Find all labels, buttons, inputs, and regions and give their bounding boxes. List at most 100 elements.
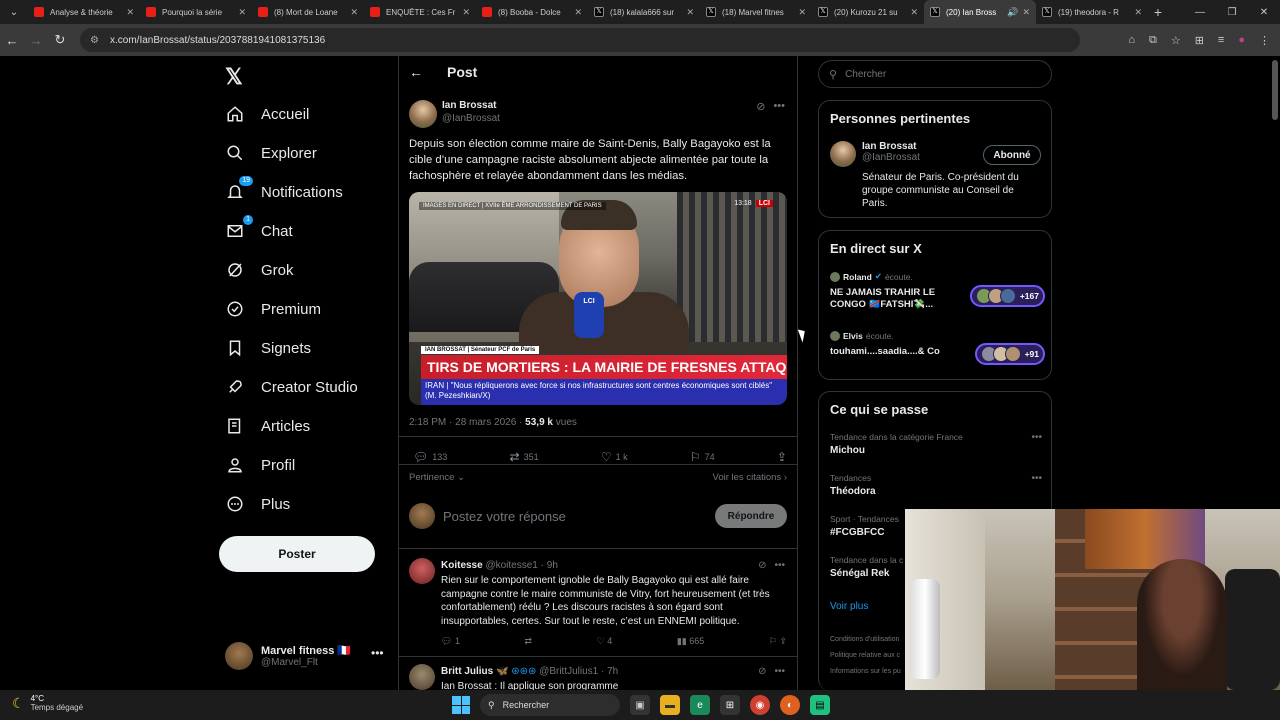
reply-author[interactable]: Koitesse [441, 560, 483, 571]
browser-tab[interactable]: ENQUÊTE : Ces Fr ✕ [364, 0, 476, 24]
listeners-pill[interactable]: +167 [969, 285, 1045, 307]
maximize-icon[interactable]: ❐ [1216, 7, 1248, 18]
reply-button[interactable]: 💬︎ 133 [413, 450, 447, 464]
browser-tab[interactable]: Pourquoi la série ✕ [140, 0, 252, 24]
avatar[interactable] [830, 141, 856, 167]
back-arrow-icon[interactable]: ← [409, 64, 423, 80]
trend-item[interactable]: Tendance dans la catégorie France Michou… [830, 432, 1042, 456]
taskbar-search[interactable]: ⚲ Rechercher [480, 694, 620, 716]
more-icon[interactable]: ••• [773, 100, 785, 113]
like-button[interactable]: ♡ 4 [597, 636, 613, 647]
browser-tab[interactable]: 𝕏 (18) kalala666 sur ✕ [588, 0, 700, 24]
footer-link[interactable]: Informations sur les pu [830, 664, 901, 680]
more-icon[interactable]: ••• [1031, 473, 1042, 484]
repost-button[interactable]: ⇄ [525, 636, 533, 647]
footer-link[interactable]: Politique relative aux c [830, 648, 901, 664]
reply-item[interactable]: Koitesse @koitesse1 · 9h ⊘ ••• Rien sur l… [409, 558, 789, 654]
avatar[interactable] [409, 558, 435, 584]
following-button[interactable]: Abonné [983, 145, 1041, 165]
chrome-icon[interactable]: ◉ [750, 695, 770, 715]
task-view-icon[interactable]: ▣ [630, 695, 650, 715]
reply-item[interactable]: Britt Julius 🦋 ⊛⊛⊛ @BrittJulius1 · 7h ⊘ •… [409, 664, 789, 690]
more-icon[interactable]: ••• [1031, 432, 1042, 443]
user-name[interactable]: Ian Brossat [862, 141, 920, 152]
close-icon[interactable]: ✕ [126, 7, 134, 18]
live-space-item[interactable]: Roland ✔ écoute. NE JAMAIS TRAHIR LE CONGO… [830, 271, 1045, 311]
install-icon[interactable]: ⧉ [1149, 34, 1157, 47]
url-input[interactable]: ⚙ x.com/IanBrossat/status/20378819410813… [80, 28, 1080, 52]
windows-start-icon[interactable] [452, 696, 470, 714]
reply-submit-button[interactable]: Répondre [715, 504, 787, 528]
sort-dropdown[interactable]: Pertinence ⌄ [409, 472, 465, 483]
more-icon[interactable]: ••• [371, 646, 384, 660]
browser-tab[interactable]: (8) Mort de Loane ✕ [252, 0, 364, 24]
nav-item-accueil[interactable]: Accueil [225, 102, 309, 126]
close-icon[interactable]: ✕ [910, 7, 918, 18]
close-window-icon[interactable]: ✕ [1248, 7, 1280, 18]
nav-item-articles[interactable]: Articles [225, 414, 310, 438]
post-author[interactable]: Ian Brossat @IanBrossat [409, 100, 500, 128]
footer-link[interactable]: Conditions d'utilisation [830, 632, 901, 648]
more-icon[interactable]: ••• [774, 666, 785, 677]
avatar[interactable] [409, 664, 435, 690]
cast-icon[interactable]: ⌂ [1128, 34, 1135, 47]
listeners-pill[interactable]: +91 [974, 343, 1045, 365]
site-info-icon[interactable]: ⚙ [90, 35, 102, 46]
browser-tab[interactable]: Analyse & théorie ✕ [28, 0, 140, 24]
bookmark-button[interactable]: ⚐ 74 [690, 450, 715, 464]
nav-item-profil[interactable]: Profil [225, 453, 295, 477]
more-icon[interactable]: ••• [774, 560, 785, 571]
close-icon[interactable]: ✕ [350, 7, 358, 18]
firefox-icon[interactable]: ◐ [780, 695, 800, 715]
new-tab-button[interactable]: + [1148, 4, 1168, 20]
star-icon[interactable]: ☆ [1171, 34, 1181, 47]
browser-tab[interactable]: 𝕏 (20) Kurozu 21 su ✕ [812, 0, 924, 24]
close-icon[interactable]: ✕ [1022, 7, 1030, 18]
bookmark-share[interactable]: ⚐ ⇪ [769, 636, 787, 647]
see-more-link[interactable]: Voir plus [830, 601, 868, 612]
speaker-icon[interactable]: 🔊 [1007, 7, 1018, 18]
repost-button[interactable]: ⇄ 351 [510, 450, 539, 464]
edge-icon[interactable]: e [690, 695, 710, 715]
browser-tab-active[interactable]: 𝕏 (20) Ian Bross 🔊 ✕ [924, 0, 1036, 24]
close-icon[interactable]: ✕ [462, 7, 470, 18]
nav-item-notifications[interactable]: 19 Notifications [225, 176, 343, 204]
trend-item[interactable]: Tendances Théodora ••• [830, 473, 1042, 497]
reload-icon[interactable]: ↻ [48, 32, 72, 48]
x-logo-icon[interactable]: 𝕏 [225, 64, 243, 90]
nav-item-plus[interactable]: Plus [225, 492, 290, 516]
store-icon[interactable]: ⊞ [720, 695, 740, 715]
grok-icon[interactable]: ⊘ [758, 560, 766, 571]
views-button[interactable]: ▮▮ 665 [677, 636, 704, 647]
post-button[interactable]: Poster [219, 536, 375, 572]
close-icon[interactable]: ✕ [686, 7, 694, 18]
close-icon[interactable]: ✕ [238, 7, 246, 18]
grok-icon[interactable]: ⊘ [756, 100, 765, 113]
nav-item-grok[interactable]: Grok [225, 258, 294, 282]
browser-tab[interactable]: 𝕏 (19) theodora - R ✕ [1036, 0, 1148, 24]
avatar[interactable] [409, 100, 437, 128]
reply-input[interactable]: Postez votre réponse [443, 509, 715, 524]
weather-widget[interactable]: ☾ 4°C Temps dégagé [12, 694, 83, 712]
forward-icon[interactable]: → [24, 33, 48, 48]
reply-button[interactable]: 💬︎ 1 [441, 636, 460, 647]
reply-author[interactable]: Britt Julius 🦋 [441, 666, 508, 677]
scrollbar[interactable] [1272, 60, 1278, 120]
search-input[interactable]: ⚲ Chercher [818, 60, 1052, 88]
file-explorer-icon[interactable]: ▬ [660, 695, 680, 715]
browser-tab[interactable]: (8) Booba - Dolce ✕ [476, 0, 588, 24]
nav-item-premium[interactable]: Premium [225, 297, 321, 321]
grok-icon[interactable]: ⊘ [758, 666, 766, 677]
author-name[interactable]: Ian Brossat [442, 100, 500, 111]
extensions-icon[interactable]: ⊞ [1195, 34, 1204, 47]
close-icon[interactable]: ✕ [1134, 7, 1142, 18]
account-switcher[interactable]: Marvel fitness 🇫🇷 @Marvel_Flt ••• [225, 642, 384, 670]
nav-item-signets[interactable]: Signets [225, 336, 311, 360]
close-icon[interactable]: ✕ [574, 7, 582, 18]
share-button[interactable]: ⇪ [777, 450, 787, 464]
minimize-icon[interactable]: — [1184, 7, 1216, 18]
close-icon[interactable]: ✕ [798, 7, 806, 18]
post-video[interactable]: LCI IMAGES EN DIRECT | XVIIe ÈME ARRONDI… [409, 192, 787, 405]
live-space-item[interactable]: Elvis écoute. touhami....saadia....& Co +… [830, 331, 1045, 365]
post-timestamp[interactable]: 2:18 PM · 28 mars 2026 · [409, 417, 525, 428]
